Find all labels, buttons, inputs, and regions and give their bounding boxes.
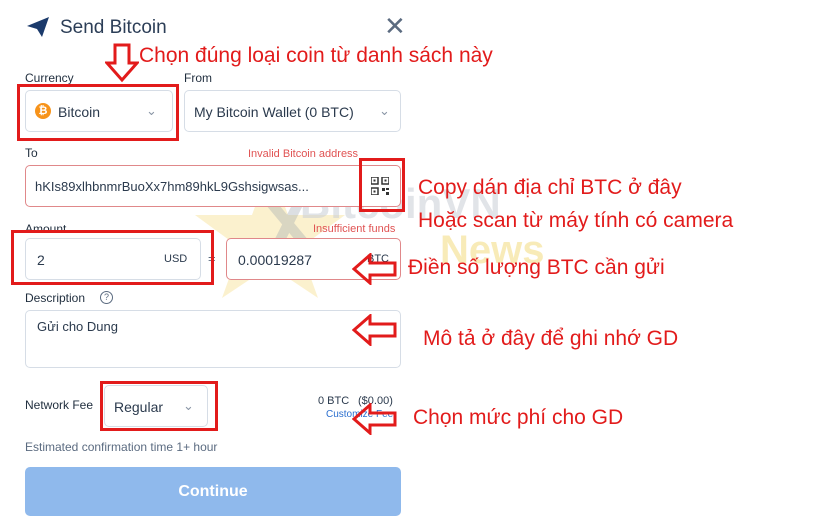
annotation-paste-address: Copy dán địa chỉ BTC ở đây xyxy=(418,176,682,199)
arrow-down-annotation-icon xyxy=(105,43,139,83)
annotation-scan-address: Hoặc scan từ máy tính có camera xyxy=(418,209,734,232)
network-fee-label: Network Fee xyxy=(25,398,94,412)
btc-amount-value: 0.00019287 xyxy=(238,252,312,268)
annotation-choose-fee: Chọn mức phí cho GD xyxy=(413,406,624,429)
description-textarea[interactable]: Gửi cho Dung xyxy=(25,310,401,368)
annotation-choose-coin: Chọn đúng loại coin từ danh sách này xyxy=(139,44,493,67)
from-wallet-value: My Bitcoin Wallet (0 BTC) xyxy=(194,104,354,120)
highlight-amount xyxy=(11,230,214,285)
highlight-currency xyxy=(17,84,179,141)
arrow-left-annotation-icon xyxy=(352,253,397,285)
to-address-input[interactable]: hKIs89xlhbnmrBuoXx7hm89hkL9Gshsigwsas... xyxy=(25,165,401,207)
currency-label: Currency xyxy=(25,71,74,85)
help-icon[interactable]: ? xyxy=(100,291,113,304)
from-label: From xyxy=(184,71,212,85)
close-icon[interactable]: ✕ xyxy=(384,13,406,39)
from-wallet-select[interactable]: My Bitcoin Wallet (0 BTC) ⌄ xyxy=(184,90,401,132)
chevron-down-icon: ⌄ xyxy=(379,103,390,118)
to-address-value: hKIs89xlhbnmrBuoXx7hm89hkL9Gshsigwsas... xyxy=(35,179,309,194)
arrow-left-annotation-icon xyxy=(352,403,397,435)
annotation-description: Mô tả ở đây để ghi nhớ GD xyxy=(423,327,679,350)
highlight-qr xyxy=(359,158,405,212)
description-value: Gửi cho Dung xyxy=(37,319,118,334)
confirmation-estimate: Estimated confirmation time 1+ hour xyxy=(25,440,218,454)
fee-amount-btc: 0 BTC xyxy=(318,395,350,407)
continue-button[interactable]: Continue xyxy=(25,467,401,516)
to-label: To xyxy=(25,146,38,160)
dialog-title: Send Bitcoin xyxy=(60,17,167,38)
annotation-enter-amount: Điền số lượng BTC cần gửi xyxy=(408,256,665,279)
description-label: Description xyxy=(25,291,86,305)
highlight-fee xyxy=(100,381,218,431)
arrow-left-annotation-icon xyxy=(352,314,397,346)
send-plane-icon xyxy=(27,17,49,37)
amount-error: Insufficient funds xyxy=(313,223,396,235)
address-error: Invalid Bitcoin address xyxy=(248,148,359,160)
